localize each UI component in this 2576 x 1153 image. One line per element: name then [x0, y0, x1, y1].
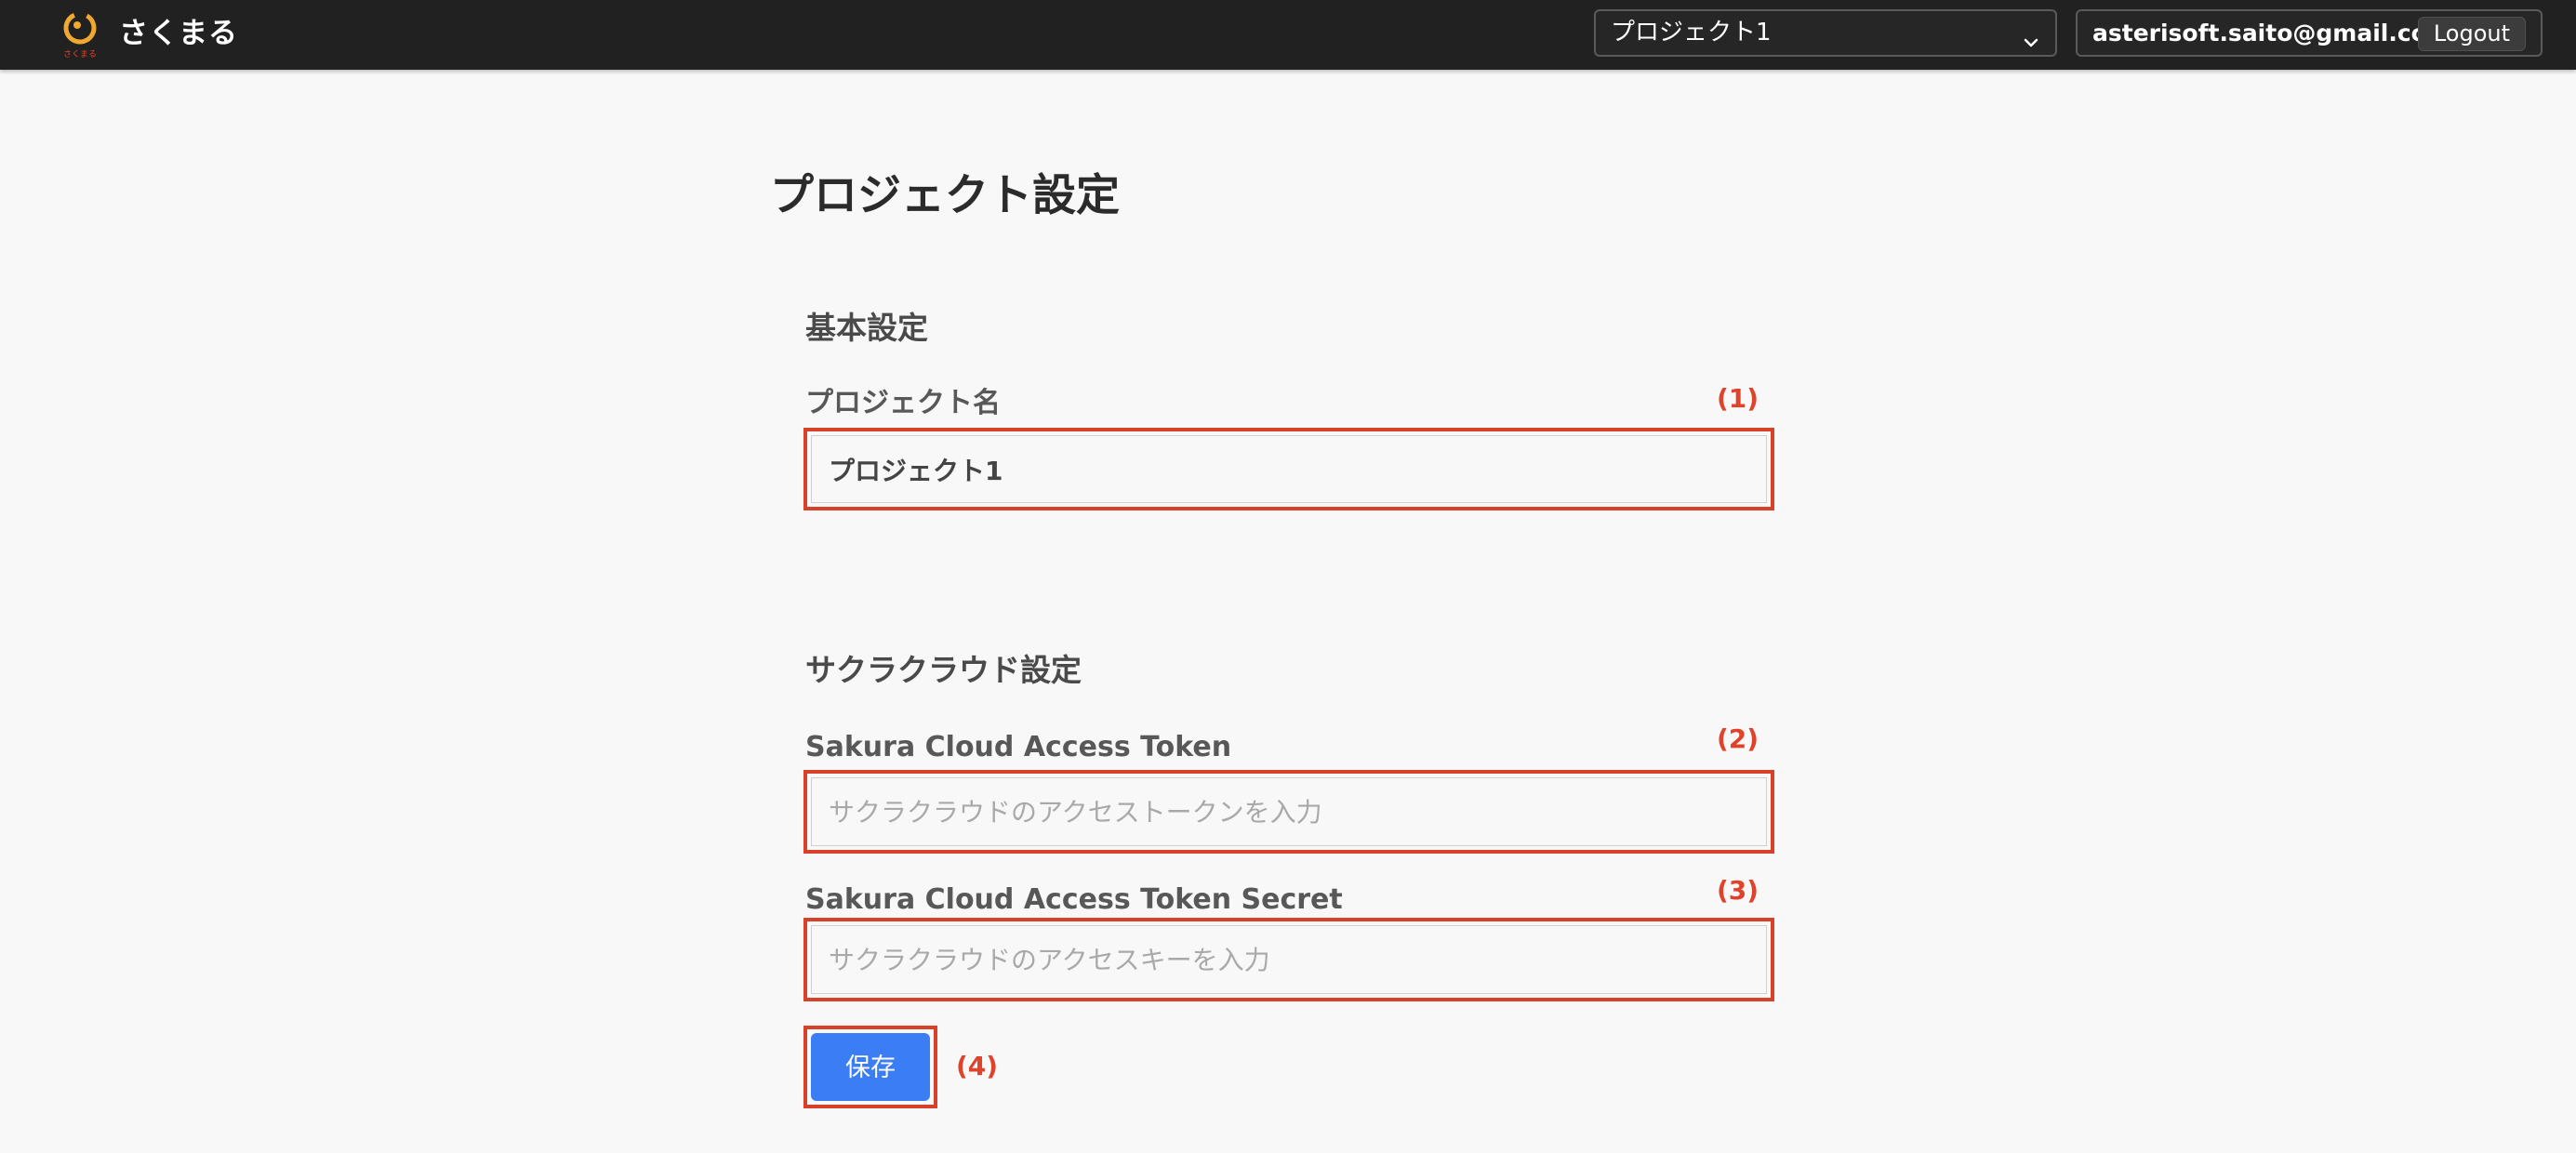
app-name[interactable]: さくまる: [119, 13, 238, 54]
basic-settings-heading: 基本設定: [805, 310, 928, 346]
top-bar: さくまる さくまる プロジェクト1 asterisoft.saito@gmail…: [0, 0, 2576, 70]
access-token-secret-label: Sakura Cloud Access Token Secret: [805, 883, 1343, 916]
save-button-frame: 保存: [803, 1026, 937, 1108]
project-name-label: プロジェクト名: [805, 387, 1001, 419]
app-logo-icon[interactable]: さくまる: [58, 9, 102, 60]
user-email: asterisoft.saito@gmail.com: [2092, 20, 2451, 46]
access-token-secret-frame: [803, 918, 1774, 1001]
logo-caption: さくまる: [63, 49, 97, 60]
project-select[interactable]: プロジェクト1: [1594, 9, 2057, 57]
project-name-input[interactable]: [811, 435, 1767, 503]
callout-4: (4): [956, 1051, 999, 1081]
callout-3: (3): [1717, 875, 1759, 906]
access-token-secret-input[interactable]: [811, 925, 1767, 994]
page-title: プロジェクト設定: [770, 170, 1120, 221]
access-token-frame: [803, 770, 1774, 854]
access-token-label: Sakura Cloud Access Token: [805, 731, 1232, 763]
chevron-down-icon: [2022, 23, 2040, 47]
logout-button[interactable]: Logout: [2417, 17, 2526, 51]
project-select-value: プロジェクト1: [1611, 19, 1772, 46]
access-token-input[interactable]: [811, 777, 1767, 846]
callout-2: (2): [1717, 723, 1759, 754]
project-name-frame: [803, 428, 1774, 510]
user-menu: asterisoft.saito@gmail.com Logout: [2076, 9, 2543, 57]
callout-1: (1): [1717, 383, 1759, 414]
sakura-cloud-settings-heading: サクラクラウド設定: [805, 652, 1082, 688]
save-button[interactable]: 保存: [811, 1033, 930, 1101]
